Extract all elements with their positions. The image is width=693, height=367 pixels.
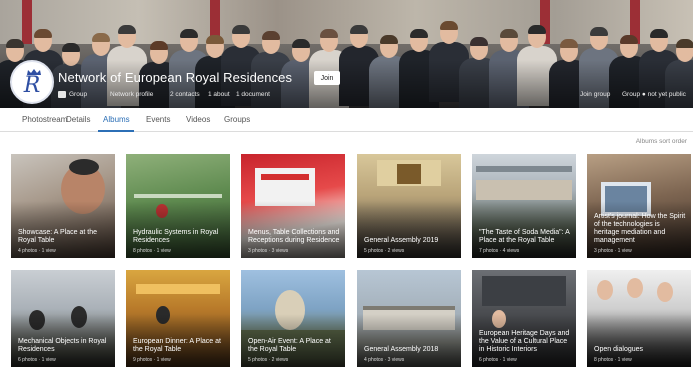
photo-detail — [597, 280, 613, 300]
album-card[interactable]: Hydraulic Systems in Royal Residences 8 p… — [126, 154, 230, 258]
album-title[interactable]: European Heritage Days and the Value of … — [479, 330, 571, 354]
group-tabs: Photostream Details Albums Events Videos… — [0, 108, 693, 132]
album-title[interactable]: General Assembly 2019 — [364, 237, 456, 245]
album-card[interactable]: "The Taste of Soda Media": A Place at th… — [472, 154, 576, 258]
group-visibility: Group ● not yet public — [622, 91, 686, 98]
album-meta: 5 photos · 2 views — [248, 357, 289, 363]
albums-sort-link[interactable]: Albums sort order — [636, 138, 687, 145]
album-meta: 9 photos · 1 view — [133, 357, 171, 363]
album-meta: 3 photos · 3 views — [248, 248, 289, 254]
meta-label: 2 contacts — [170, 91, 200, 98]
active-tab-indicator — [98, 130, 134, 132]
album-title[interactable]: Open dialogues — [594, 346, 686, 354]
album-title[interactable]: Menus, Table Collections and Receptions … — [248, 229, 340, 245]
photo-detail — [476, 166, 572, 172]
album-card[interactable]: European Dinner: A Place at the Royal Ta… — [126, 270, 230, 367]
meta-label: 1 document — [236, 91, 270, 98]
album-card[interactable]: General Assembly 2019 5 photos · 2 views — [357, 154, 461, 258]
meta-label: 1 about — [208, 91, 230, 98]
tab-photostream[interactable]: Photostream — [22, 115, 67, 124]
photo-detail — [397, 164, 421, 184]
group-meta-profile[interactable]: Network profile — [110, 91, 153, 98]
join-group-link[interactable]: Join group — [580, 91, 610, 98]
album-card[interactable]: Artist's journal: How the Spirit of the … — [587, 154, 691, 258]
logo-monogram-icon: R — [23, 72, 41, 98]
tab-albums[interactable]: Albums — [103, 115, 130, 124]
group-icon — [58, 91, 66, 98]
group-meta-documents[interactable]: 1 document — [236, 91, 270, 98]
meta-label: Group — [69, 91, 88, 98]
meta-label: Network profile — [110, 91, 154, 98]
album-title[interactable]: General Assembly 2018 — [364, 346, 456, 354]
album-meta: 5 photos · 2 views — [364, 248, 405, 254]
group-meta-type[interactable]: Group — [58, 91, 87, 98]
album-title[interactable]: Artist's journal: How the Spirit of the … — [594, 213, 686, 245]
album-card[interactable]: Menus, Table Collections and Receptions … — [241, 154, 345, 258]
album-meta: 6 photos · 1 view — [479, 357, 517, 363]
album-card[interactable]: European Heritage Days and the Value of … — [472, 270, 576, 367]
album-title[interactable]: Showcase: A Place at the Royal Table — [18, 229, 110, 245]
album-card[interactable]: General Assembly 2018 4 photos · 3 views — [357, 270, 461, 367]
photo-detail — [657, 282, 673, 302]
group-meta-contacts[interactable]: 2 contacts — [170, 91, 200, 98]
group-title: Network of European Royal Residences — [58, 70, 293, 85]
album-title[interactable]: Open-Air Event: A Place at the Royal Tab… — [248, 338, 340, 354]
group-logo[interactable]: R — [10, 60, 54, 104]
photo-detail — [482, 276, 566, 306]
album-meta: 3 photos · 1 view — [594, 248, 632, 254]
group-cover-photo: R Network of European Royal Residences J… — [0, 0, 693, 108]
album-meta: 4 photos · 3 views — [364, 357, 405, 363]
photo-detail — [136, 284, 220, 294]
album-card[interactable]: Mechanical Objects in Royal Residences 6 … — [11, 270, 115, 367]
album-meta: 6 photos · 1 view — [18, 357, 56, 363]
tab-groups[interactable]: Groups — [224, 115, 250, 124]
photo-detail — [476, 180, 572, 200]
join-button[interactable]: Join — [314, 71, 340, 85]
group-meta-about[interactable]: 1 about — [208, 91, 230, 98]
crown-icon — [27, 69, 41, 75]
album-card[interactable]: Open-Air Event: A Place at the Royal Tab… — [241, 270, 345, 367]
photo-detail — [134, 194, 222, 198]
album-title[interactable]: Hydraulic Systems in Royal Residences — [133, 229, 225, 245]
album-title[interactable]: Mechanical Objects in Royal Residences — [18, 338, 110, 354]
photo-detail — [627, 278, 643, 298]
album-meta: 7 photos · 4 views — [479, 248, 520, 254]
album-meta: 8 photos · 1 view — [594, 357, 632, 363]
album-card[interactable]: Open dialogues 8 photos · 1 view — [587, 270, 691, 367]
photo-detail — [363, 306, 455, 310]
album-title[interactable]: "The Taste of Soda Media": A Place at th… — [479, 229, 571, 245]
photo-detail — [69, 159, 99, 175]
photo-detail — [261, 174, 309, 180]
album-title[interactable]: European Dinner: A Place at the Royal Ta… — [133, 338, 225, 354]
flickr-group-page: R Network of European Royal Residences J… — [0, 0, 693, 367]
tab-events[interactable]: Events — [146, 115, 170, 124]
album-meta: 8 photos · 1 view — [133, 248, 171, 254]
tab-videos[interactable]: Videos — [186, 115, 210, 124]
tab-details[interactable]: Details — [66, 115, 90, 124]
album-meta: 4 photos · 1 view — [18, 248, 56, 254]
album-card[interactable]: Showcase: A Place at the Royal Table 4 ph… — [11, 154, 115, 258]
